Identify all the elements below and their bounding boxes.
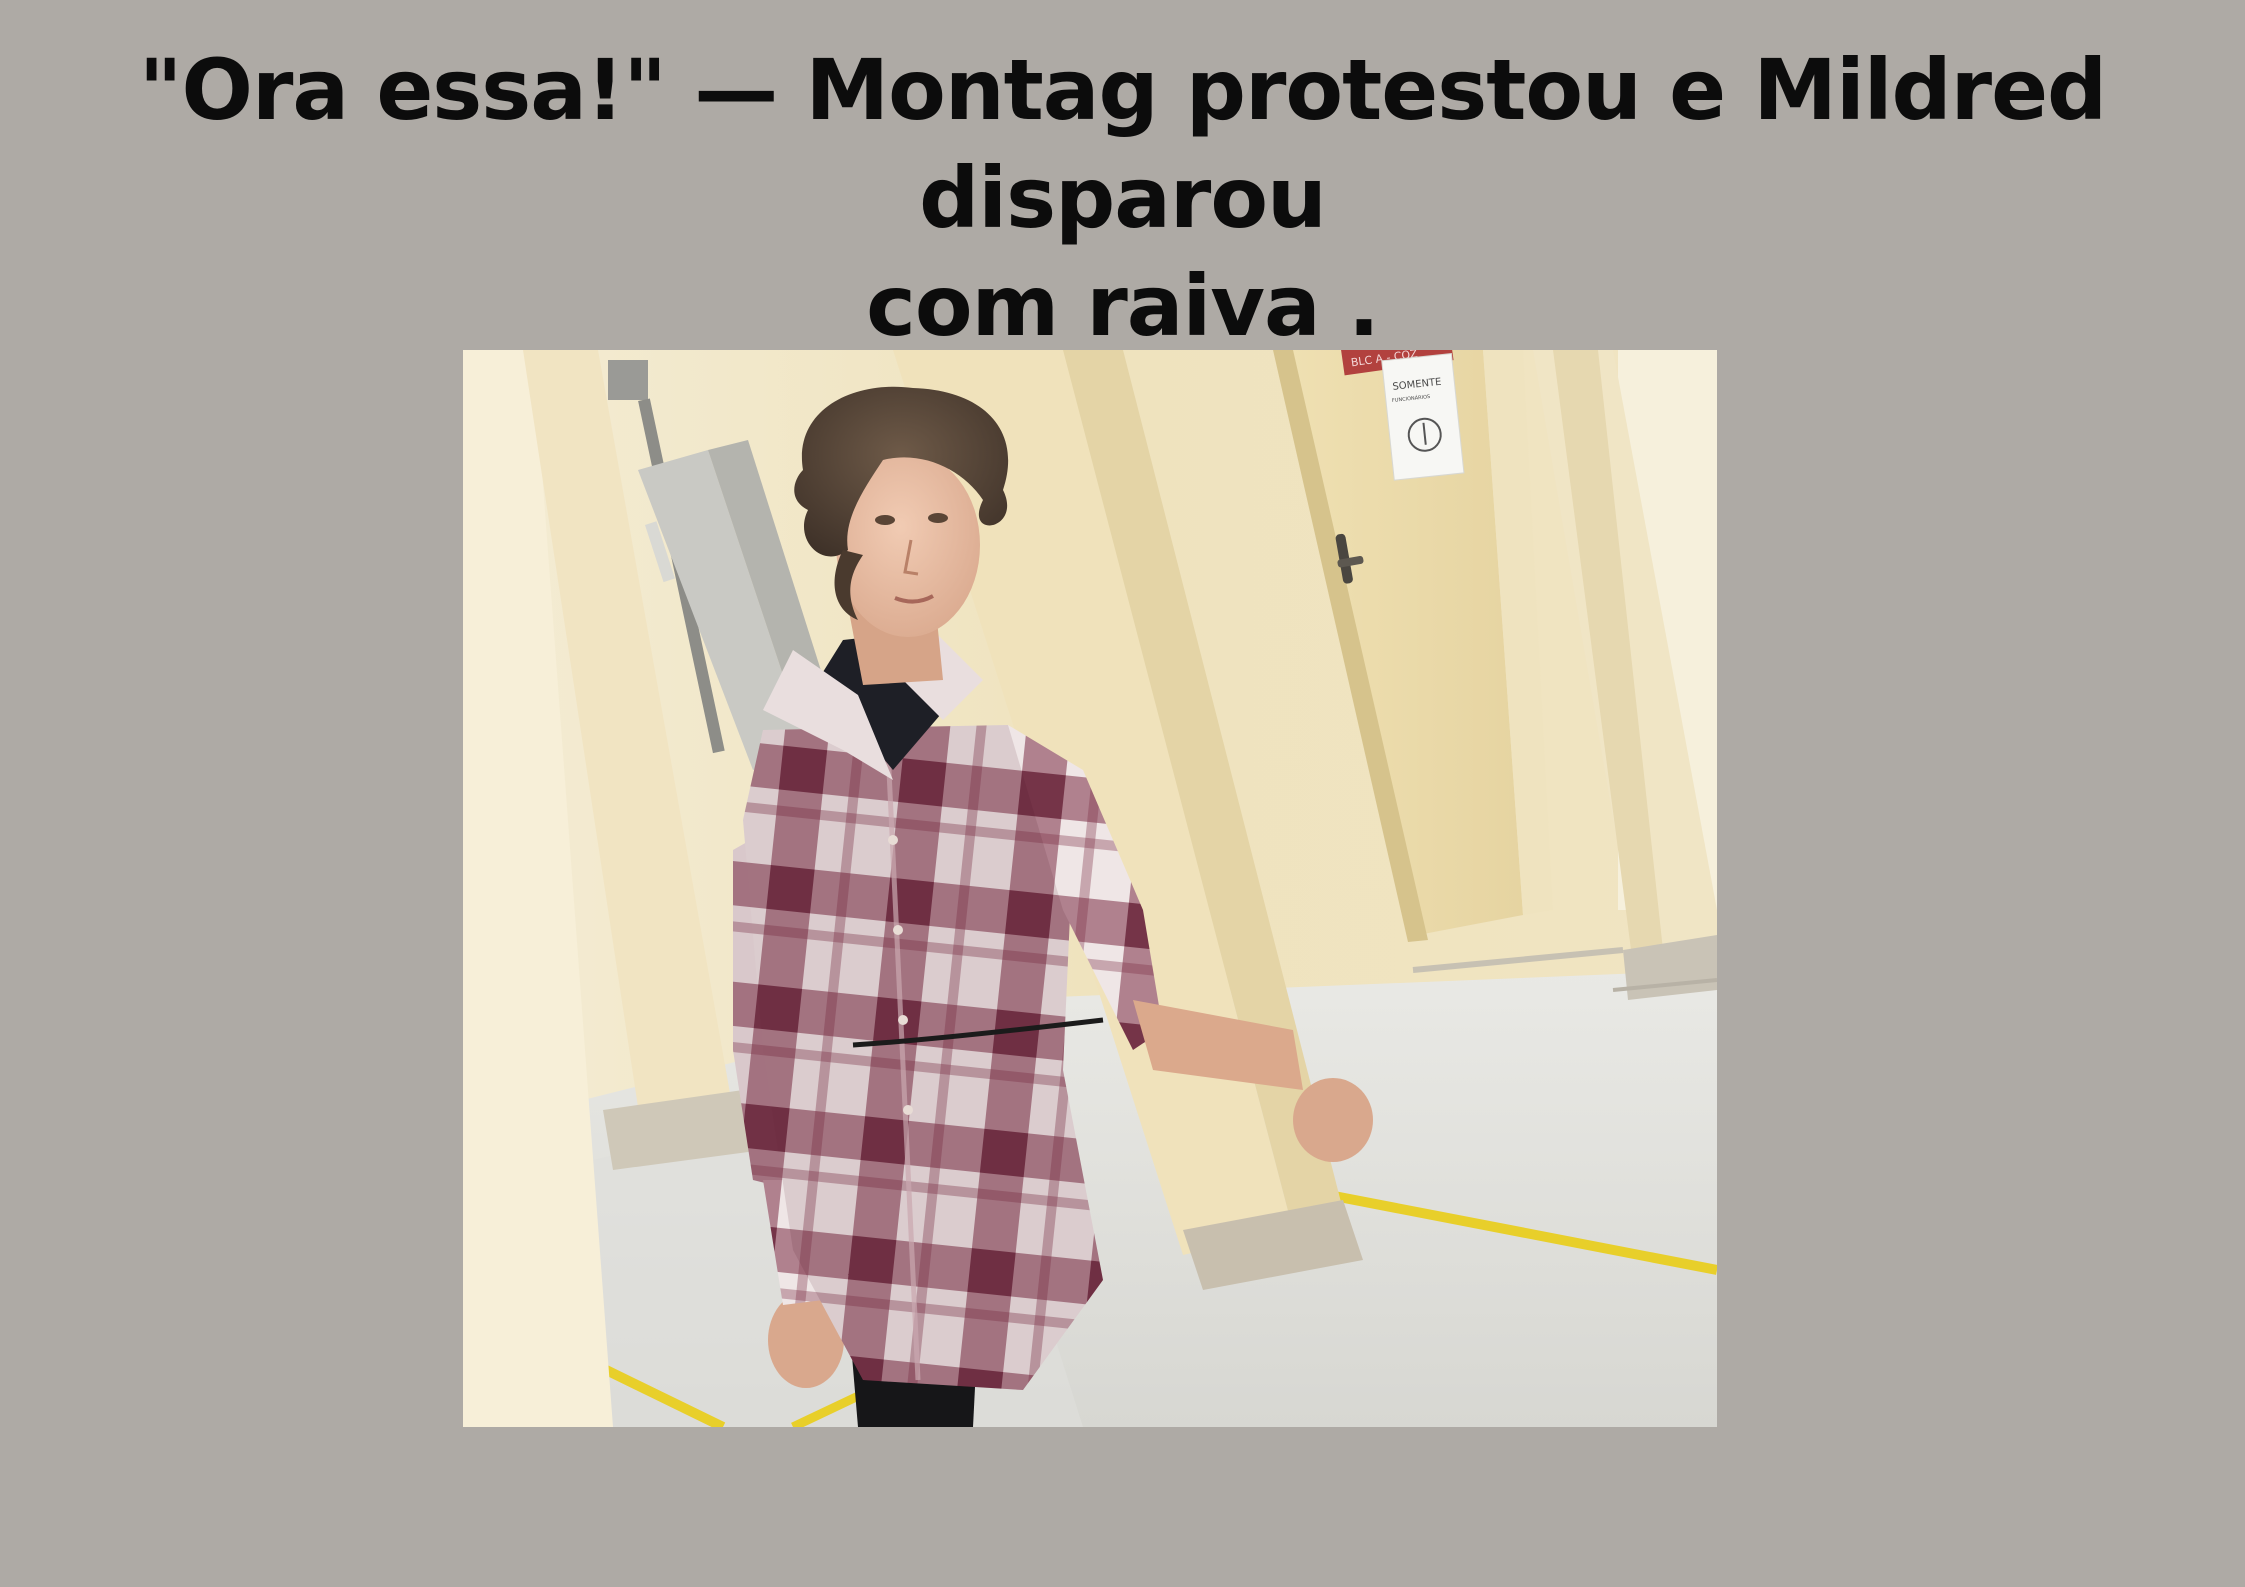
hallway-photo: BLC A - COZ SOMENTE FUNCIONÁRIOS <box>463 350 1717 1427</box>
wall-bracket <box>608 360 648 400</box>
slide-caption: "Ora essa!" — Montag protestou e Mildred… <box>20 36 2225 360</box>
page: { "slide": { "caption_line1": "\"Ora ess… <box>0 0 2245 1587</box>
door-notice: SOMENTE FUNCIONÁRIOS <box>1381 352 1465 481</box>
caption-line-1: "Ora essa!" — Montag protestou e Mildred… <box>138 41 2107 247</box>
eye-icon <box>928 513 948 523</box>
caption-line-2: com raiva . <box>866 257 1380 355</box>
shirt-button <box>898 1015 908 1025</box>
shirt-button <box>903 1105 913 1115</box>
photo-illustration: BLC A - COZ SOMENTE FUNCIONÁRIOS <box>463 350 1717 1427</box>
shirt-button <box>893 925 903 935</box>
shirt-button <box>888 835 898 845</box>
eye-icon <box>875 515 895 525</box>
right-fist <box>1293 1078 1373 1162</box>
